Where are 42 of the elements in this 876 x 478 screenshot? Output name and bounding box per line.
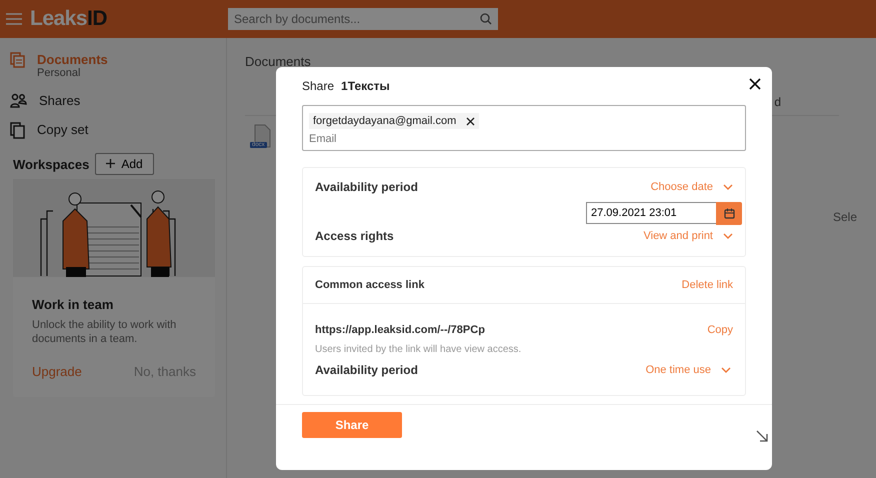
document-name: 1Тексты bbox=[341, 78, 390, 92]
upgrade-link[interactable]: Upgrade bbox=[32, 364, 82, 379]
remove-button[interactable] bbox=[466, 116, 476, 126]
period-dropdown[interactable]: Choose date bbox=[650, 181, 733, 193]
menu-icon[interactable] bbox=[6, 13, 22, 25]
promo-title: Work in team bbox=[31, 296, 114, 312]
dialog-title: Share bbox=[302, 78, 334, 92]
page-title: Documents bbox=[245, 54, 312, 69]
link-note: Users invited by the link will have view access. bbox=[314, 343, 522, 355]
field-label: Availability period bbox=[315, 363, 418, 377]
logo: LeaksID bbox=[30, 7, 108, 31]
email-chip: forgetdaydayana@gmail.com bbox=[309, 113, 480, 129]
calendar-button[interactable] bbox=[716, 202, 742, 225]
chevron-down-icon bbox=[721, 367, 731, 373]
empty-hint: Sele bbox=[833, 210, 858, 224]
field-label: Availability period bbox=[315, 180, 418, 194]
sidebar-item[interactable]: Copy set bbox=[10, 122, 214, 139]
workspaces-heading: Workspaces bbox=[13, 156, 90, 172]
share-url: https://app.leaksid.com/--/78PCp bbox=[315, 324, 485, 336]
rights-dropdown[interactable]: View and print bbox=[643, 230, 733, 242]
promo-text: Unlock the ability to work with documents in a team. bbox=[31, 318, 178, 346]
documents-icon bbox=[10, 52, 25, 68]
column-heading: d bbox=[774, 95, 781, 109]
date-field[interactable]: 27.09.2021 23:01 bbox=[586, 202, 716, 224]
search-icon[interactable] bbox=[480, 13, 492, 25]
search-field[interactable]: Search by documents... bbox=[228, 8, 498, 30]
plus-icon[interactable] bbox=[106, 159, 116, 168]
users-icon bbox=[10, 93, 27, 108]
period-dropdown[interactable]: One time use bbox=[646, 364, 731, 376]
add-button[interactable]: Add bbox=[95, 153, 154, 175]
chevron-down-icon bbox=[723, 233, 733, 239]
card-title: Common access link bbox=[315, 279, 424, 291]
sidebar-item[interactable]: Documents Personal bbox=[10, 52, 214, 79]
copy-icon bbox=[10, 122, 25, 139]
delete-link[interactable]: Delete link bbox=[682, 279, 733, 291]
copy-link[interactable]: Copy bbox=[707, 324, 733, 336]
sidebar-item[interactable]: Shares bbox=[10, 93, 214, 108]
resize-icon[interactable] bbox=[756, 430, 768, 442]
calendar-icon[interactable] bbox=[724, 208, 734, 219]
field-label: Access rights bbox=[315, 229, 394, 243]
share-button[interactable]: Share bbox=[302, 412, 402, 438]
chevron-down-icon bbox=[723, 184, 733, 190]
